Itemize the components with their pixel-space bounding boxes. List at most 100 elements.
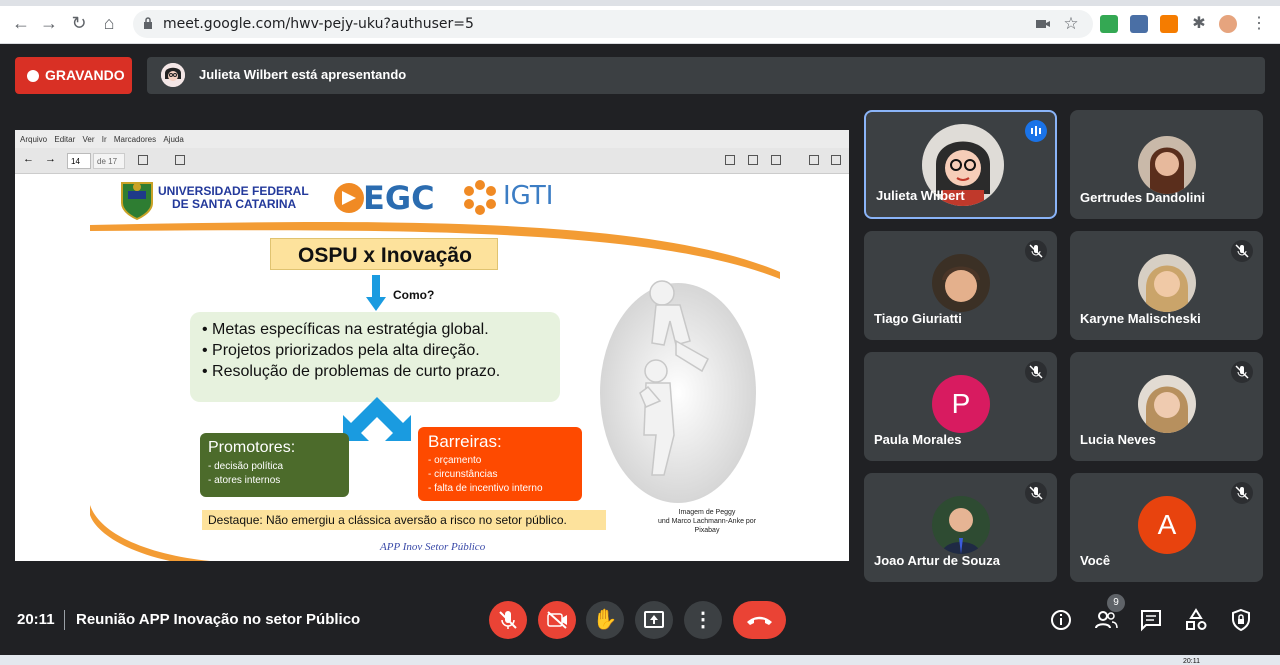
mic-off-icon xyxy=(499,611,517,629)
taskbar-clock: 20:11 xyxy=(1183,658,1200,665)
leave-call-button[interactable] xyxy=(733,601,786,639)
menu-icon[interactable]: ⋮ xyxy=(1250,15,1268,33)
viewer-menu-bar: Arquivo Editar Ver Ir Marcadores Ajuda xyxy=(15,130,849,148)
menu-item[interactable]: Marcadores xyxy=(114,135,156,144)
raise-hand-button[interactable]: ✋ xyxy=(586,601,624,639)
speaking-indicator-icon xyxy=(1025,120,1047,142)
barreiras-item: - circunstâncias xyxy=(428,469,498,480)
ufsc-crest-icon xyxy=(121,182,153,221)
puzzle-icon[interactable]: ✱ xyxy=(1190,15,1208,33)
avatar xyxy=(1138,375,1196,433)
participant-tile[interactable]: Joao Artur de Souza xyxy=(864,473,1057,582)
avatar xyxy=(161,63,185,87)
page-count: de 17 xyxy=(93,153,125,169)
ufsc-name: UNIVERSIDADE FEDERAL DE SANTA CATARINA xyxy=(158,185,309,211)
igti-logo-text: IGTI xyxy=(503,181,554,211)
orange-swoosh-bottom xyxy=(90,505,210,561)
more-options-button[interactable]: ⋮ xyxy=(684,601,722,639)
participant-name: Paula Morales xyxy=(874,432,962,447)
slide: UNIVERSIDADE FEDERAL DE SANTA CATARINA E… xyxy=(90,175,780,561)
prev-page-icon[interactable]: ← xyxy=(23,153,34,165)
print-icon[interactable] xyxy=(175,155,185,165)
participant-tile[interactable]: A Você xyxy=(1070,473,1263,582)
home-icon[interactable]: ⌂ xyxy=(98,12,120,34)
bullet-item: • Projetos priorizados pela alta direção… xyxy=(202,342,480,359)
extension-icon[interactable] xyxy=(1100,15,1118,33)
promotores-box: Promotores: - decisão política - atores … xyxy=(200,433,349,497)
mic-off-icon xyxy=(1231,361,1253,383)
present-now-button[interactable] xyxy=(635,601,673,639)
barreiras-item: - falta de incentivo interno xyxy=(428,483,543,494)
camera-icon[interactable] xyxy=(1034,15,1052,33)
image-credit: Imagem de Peggy und Marco Lachmann-Anke … xyxy=(642,508,772,535)
avatar[interactable] xyxy=(1219,15,1237,33)
menu-item[interactable]: Ajuda xyxy=(163,135,183,144)
divider xyxy=(64,610,65,630)
participant-name: Karyne Malischeski xyxy=(1080,311,1201,326)
mic-off-icon xyxy=(1025,361,1047,383)
barreiras-title: Barreiras: xyxy=(428,432,502,451)
activities-icon[interactable] xyxy=(1183,607,1209,633)
participant-name: Você xyxy=(1080,553,1111,568)
credit-line: Pixabay xyxy=(694,527,720,534)
egc-logo-text: EGC xyxy=(363,179,435,217)
recording-label: GRAVANDO xyxy=(45,67,125,83)
reload-icon[interactable]: ↻ xyxy=(68,12,90,34)
presenting-text: Julieta Wilbert está apresentando xyxy=(199,67,407,82)
fit-icon[interactable] xyxy=(725,155,735,165)
people-count-badge: 9 xyxy=(1107,594,1125,612)
avatar: A xyxy=(1138,496,1196,554)
slide-title: OSPU x Inovação xyxy=(298,244,472,267)
meeting-title: Reunião APP Inovação no setor Público xyxy=(76,611,361,628)
info-icon[interactable] xyxy=(1048,607,1074,633)
participant-name: Lucia Neves xyxy=(1080,432,1156,447)
mic-off-icon xyxy=(1025,482,1047,504)
star-icon[interactable]: ☆ xyxy=(1062,15,1080,33)
extension-icon[interactable] xyxy=(1130,15,1148,33)
forward-icon[interactable]: → xyxy=(38,12,60,34)
chat-icon[interactable] xyxy=(1138,607,1164,633)
menu-item[interactable]: Ir xyxy=(102,135,107,144)
participant-tile[interactable]: Julieta Wilbert xyxy=(864,110,1057,219)
zoom-icon[interactable] xyxy=(809,155,819,165)
participant-tile[interactable]: Gertrudes Dandolini xyxy=(1070,110,1263,219)
more-vert-icon: ⋮ xyxy=(693,609,713,631)
credit-line: Imagem de Peggy xyxy=(678,509,736,516)
page-number-input[interactable]: 14 xyxy=(67,153,91,169)
participant-tile[interactable]: Karyne Malischeski xyxy=(1070,231,1263,340)
fit-icon[interactable] xyxy=(748,155,758,165)
avatar xyxy=(932,496,990,554)
record-dot-icon xyxy=(27,70,39,82)
avatar-initial: A xyxy=(1157,509,1177,540)
climbing-figures-image xyxy=(600,280,756,503)
avatar-initial: P xyxy=(951,388,971,419)
participant-name: Gertrudes Dandolini xyxy=(1080,190,1205,205)
igti-logo-icon xyxy=(464,180,496,215)
split-arrow-icon xyxy=(343,397,411,441)
participant-tile[interactable]: Tiago Giuriatti xyxy=(864,231,1057,340)
host-controls-icon[interactable] xyxy=(1228,607,1254,633)
participant-tile[interactable]: P Paula Morales xyxy=(864,352,1057,461)
mic-toggle-button[interactable] xyxy=(489,601,527,639)
fit-icon[interactable] xyxy=(771,155,781,165)
arrow-down-icon xyxy=(366,275,386,311)
sidebar-icon[interactable] xyxy=(138,155,148,165)
como-label: Como? xyxy=(393,288,435,302)
destaque-text: Destaque: Não emergiu a clássica aversão… xyxy=(208,513,567,527)
presenting-banner: Julieta Wilbert está apresentando xyxy=(147,57,1265,94)
menu-item[interactable]: Arquivo xyxy=(20,135,47,144)
address-bar[interactable]: meet.google.com/hwv-pejy-uku?authuser=5 xyxy=(133,10,1093,38)
fullscreen-icon[interactable] xyxy=(831,155,841,165)
bullet-item: • Resolução de problemas de curto prazo. xyxy=(202,363,501,380)
mic-off-icon xyxy=(1231,240,1253,262)
menu-item[interactable]: Editar xyxy=(54,135,75,144)
next-page-icon[interactable]: → xyxy=(45,153,56,165)
avatar xyxy=(1138,254,1196,312)
back-icon[interactable]: ← xyxy=(10,12,32,34)
menu-item[interactable]: Ver xyxy=(83,135,95,144)
camera-toggle-button[interactable] xyxy=(538,601,576,639)
participant-tile[interactable]: Lucia Neves xyxy=(1070,352,1263,461)
egc-logo-icon xyxy=(334,183,364,213)
recording-button[interactable]: GRAVANDO xyxy=(15,57,132,94)
extension-icon[interactable] xyxy=(1160,15,1178,33)
